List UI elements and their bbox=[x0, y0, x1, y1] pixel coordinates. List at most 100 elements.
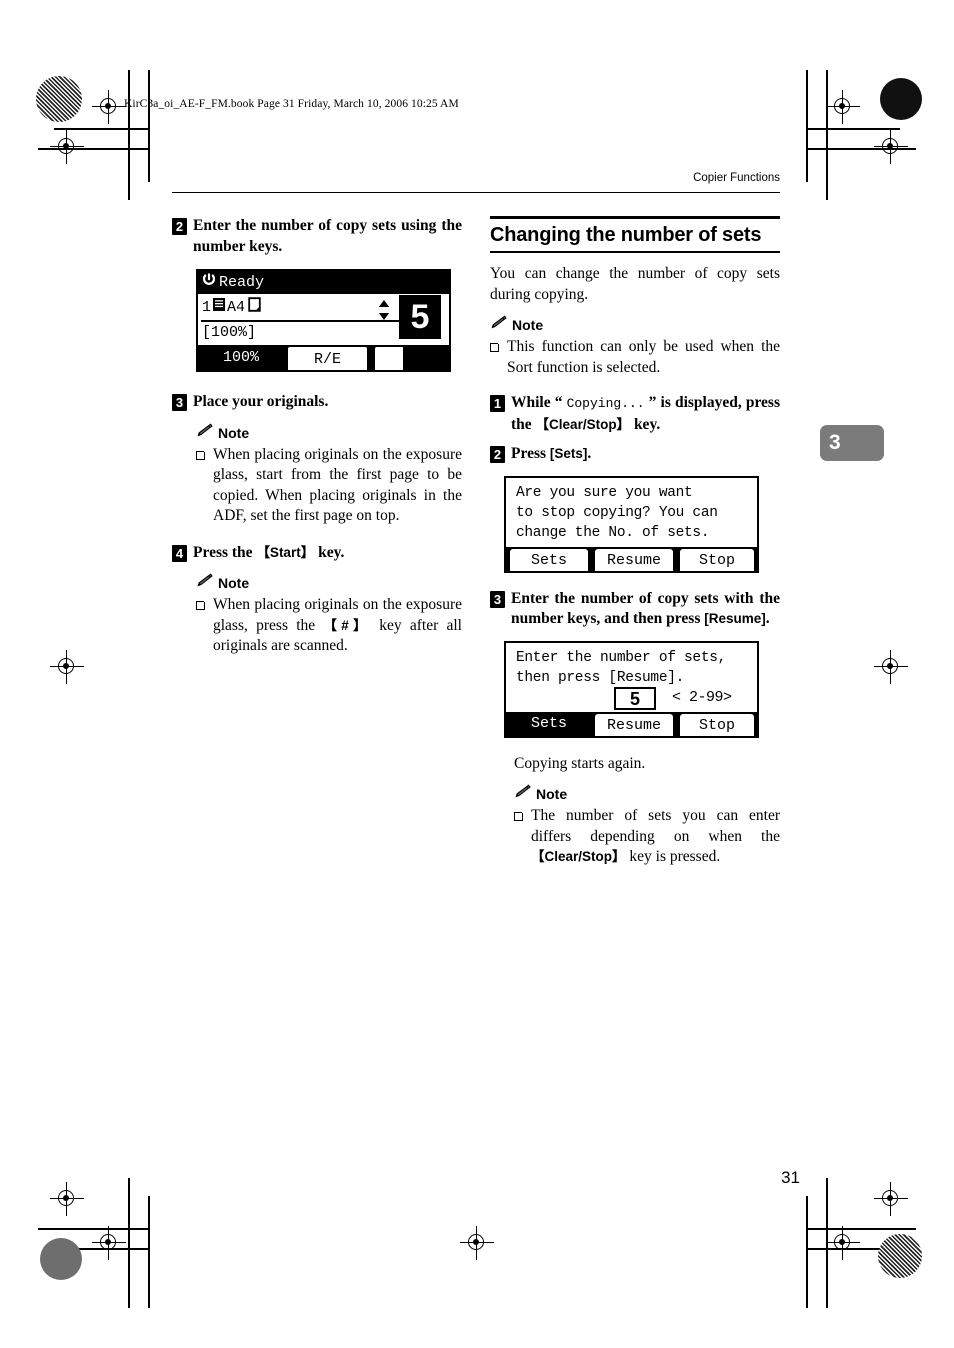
lcd-paper-size: A4 bbox=[227, 298, 246, 316]
lcd-button-resume[interactable]: Resume bbox=[593, 711, 675, 736]
step-2-right: 2 Press [Sets]. bbox=[490, 444, 780, 465]
closing-paragraph: Copying starts again. bbox=[514, 754, 646, 772]
note-item: When placing originals on the exposure g… bbox=[196, 595, 462, 657]
registration-mark-bottom-right bbox=[874, 1182, 908, 1216]
step-1-before: While “ bbox=[511, 394, 567, 412]
density-patch-bl bbox=[40, 1238, 82, 1280]
note-label: Note bbox=[218, 424, 250, 441]
step-2-after: . bbox=[587, 445, 592, 463]
lcd-tab-empty bbox=[373, 345, 403, 370]
registration-mark-mid-left bbox=[50, 650, 84, 684]
registration-mark-top-left-low bbox=[50, 130, 84, 164]
note-text: This function can only be used when the … bbox=[507, 338, 780, 376]
lcd-tab-100percent[interactable]: 100% bbox=[201, 345, 281, 370]
crop-mark-tr-v1 bbox=[806, 70, 808, 182]
pencil-icon bbox=[196, 573, 213, 593]
power-icon bbox=[201, 272, 217, 293]
step-number-badge: 3 bbox=[490, 590, 505, 608]
hash-key-label: 【#】 bbox=[323, 617, 371, 633]
note-header: Note bbox=[514, 784, 780, 804]
lcd-button-resume[interactable]: Resume bbox=[593, 546, 675, 571]
lcd-zoom-value: [100%] bbox=[202, 324, 257, 341]
clear-stop-key-label: 【Clear/Stop】 bbox=[531, 849, 626, 865]
registration-mark-top-right bbox=[826, 90, 860, 124]
step-number-badge: 2 bbox=[490, 446, 505, 464]
lcd-tab-reduce-enlarge[interactable]: R/E bbox=[286, 345, 369, 370]
note-header: Note bbox=[196, 573, 462, 593]
lcd-status-screen: Ready 1 A4 [100%] 5 100% R/E bbox=[196, 269, 451, 372]
density-patch-br bbox=[878, 1234, 922, 1278]
lcd-button-sets[interactable]: Sets bbox=[508, 711, 590, 736]
step-4-text: Press the 【Start】 key. bbox=[193, 543, 344, 564]
registration-mark-bottom-left-low bbox=[92, 1226, 126, 1260]
step-4-text-before: Press the bbox=[193, 543, 257, 561]
lcd-sets-value-field[interactable]: 5 bbox=[614, 686, 656, 710]
registration-mark-mid-right bbox=[874, 650, 908, 684]
section-title: Changing the number of sets bbox=[490, 224, 762, 247]
file-slug-line: KirC3a_oi_AE-F_FM.book Page 31 Friday, M… bbox=[124, 98, 459, 110]
note-label: Note bbox=[536, 786, 568, 803]
step-3-text: Enter the number of copy sets with the n… bbox=[511, 589, 780, 630]
lcd-button-stop[interactable]: Stop bbox=[678, 711, 756, 736]
right-column: Changing the number of sets You can chan… bbox=[490, 216, 780, 868]
step-number-badge: 4 bbox=[172, 544, 187, 562]
registration-mark-bottom-center bbox=[460, 1226, 494, 1260]
step-1-after: key. bbox=[630, 415, 661, 433]
sheet-orientation-icon bbox=[248, 297, 261, 317]
step-2-text: Enter the number of copy sets using the … bbox=[193, 217, 462, 255]
note-item: The number of sets you can enter differs… bbox=[514, 806, 780, 868]
note-bullet-icon bbox=[196, 599, 207, 610]
note-text: The number of sets you can enter differs… bbox=[531, 806, 780, 868]
note-header: Note bbox=[196, 423, 462, 443]
step-4-left: 4 Press the 【Start】 key. bbox=[172, 543, 462, 564]
section-rule-bottom bbox=[490, 251, 780, 254]
running-head: Copier Functions bbox=[693, 172, 780, 184]
section-intro: You can change the number of copy sets d… bbox=[490, 265, 780, 303]
up-down-arrows-icon bbox=[377, 299, 391, 326]
registration-mark-bottom-right-low bbox=[826, 1226, 860, 1260]
density-patch-tr bbox=[880, 78, 922, 120]
pencil-icon bbox=[514, 784, 531, 804]
lcd-dialog-message: Enter the number of sets, then press [Re… bbox=[516, 649, 727, 686]
note-text-after: key is pressed. bbox=[625, 848, 721, 866]
start-key-label: 【Start】 bbox=[256, 544, 315, 560]
step-number-badge: 3 bbox=[172, 394, 187, 411]
registration-mark-bottom-left bbox=[50, 1182, 84, 1216]
lcd-confirm-stop-dialog: Are you sure you want to stop copying? Y… bbox=[504, 475, 759, 573]
step-2-text: Press [Sets]. bbox=[511, 444, 591, 465]
lcd-status-text: Ready bbox=[219, 274, 265, 291]
page-number: 31 bbox=[781, 1168, 800, 1187]
note-label: Note bbox=[218, 575, 250, 591]
density-patch-tl bbox=[36, 76, 82, 122]
paper-tray-icon bbox=[212, 297, 226, 317]
resume-softkey-label: [Resume] bbox=[704, 611, 766, 627]
lcd-tray-number: 1 bbox=[202, 298, 212, 316]
lcd-button-sets[interactable]: Sets bbox=[508, 546, 590, 571]
registration-mark-top-left bbox=[92, 90, 126, 124]
crop-mark-tl-v1 bbox=[148, 70, 150, 182]
note-text: When placing originals on the exposure g… bbox=[213, 445, 462, 525]
copying-status-literal: Copying... bbox=[566, 396, 645, 412]
pencil-icon bbox=[196, 423, 213, 443]
note-header: Note bbox=[490, 315, 780, 335]
crop-mark-tl-v2 bbox=[128, 70, 130, 200]
step-number-badge: 1 bbox=[490, 395, 505, 413]
note-bullet-icon bbox=[196, 448, 207, 460]
lcd-button-stop[interactable]: Stop bbox=[678, 546, 756, 571]
step-3-left: 3 Place your originals. bbox=[172, 392, 462, 413]
step-2-left: 2 Enter the number of copy sets using th… bbox=[172, 216, 462, 257]
note-bullet-icon bbox=[490, 341, 501, 353]
note-item: When placing originals on the exposure g… bbox=[196, 445, 462, 527]
note-text: When placing originals on the exposure g… bbox=[213, 595, 462, 657]
note-text-before: The number of sets you can enter differs… bbox=[531, 807, 780, 845]
lcd-enter-sets-dialog: Enter the number of sets, then press [Re… bbox=[504, 640, 759, 738]
lcd-status-bar: Ready bbox=[198, 271, 449, 294]
section-rule-top bbox=[490, 216, 780, 220]
note-label: Note bbox=[512, 317, 544, 334]
registration-mark-top-right-low bbox=[874, 130, 908, 164]
step-3-after: . bbox=[765, 610, 770, 628]
note-bullet-icon bbox=[514, 810, 525, 822]
crop-mark-bl-v2 bbox=[128, 1178, 130, 1308]
lcd-copy-count: 5 bbox=[399, 295, 441, 339]
lcd-dialog-message: Are you sure you want to stop copying? Y… bbox=[516, 484, 718, 541]
